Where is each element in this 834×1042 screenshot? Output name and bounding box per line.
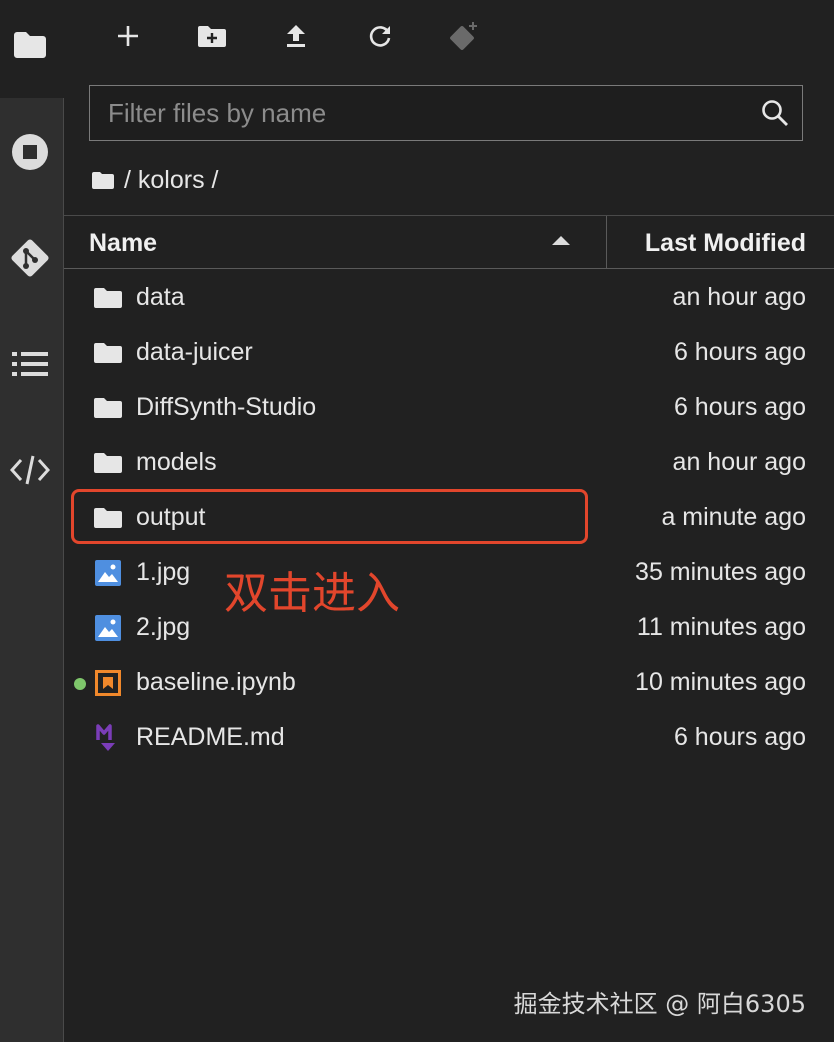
sort-ascending-icon[interactable] — [552, 236, 570, 245]
folder-icon — [93, 394, 123, 422]
folder-icon — [93, 339, 123, 367]
new-launcher-icon[interactable] — [106, 14, 150, 58]
home-folder-icon[interactable] — [92, 171, 114, 189]
file-name: README.md — [136, 723, 285, 751]
watermark: 掘金技术社区 @ 阿白6305 — [513, 990, 806, 1018]
file-modified: a minute ago — [661, 503, 806, 531]
folder-icon — [93, 284, 123, 312]
image-file-icon — [93, 614, 123, 642]
git-clone-icon[interactable] — [442, 14, 486, 58]
column-header-last-modified[interactable]: Last Modified — [645, 229, 806, 258]
file-modified: 6 hours ago — [673, 723, 806, 751]
new-folder-icon[interactable] — [190, 14, 234, 58]
file-name: models — [136, 448, 217, 476]
breadcrumb-path[interactable]: / kolors / — [124, 166, 218, 195]
file-name: data-juicer — [136, 338, 253, 366]
markdown-icon — [93, 724, 123, 752]
file-modified: 10 minutes ago — [635, 668, 806, 696]
file-modified: an hour ago — [672, 448, 806, 476]
activity-bar — [0, 0, 64, 1042]
file-name: 1.jpg — [136, 558, 191, 586]
file-modified: 6 hours ago — [673, 338, 806, 366]
file-modified: an hour ago — [672, 283, 806, 311]
annotation-label: 双击进入 — [224, 568, 400, 619]
file-row-2-jpg[interactable]: 2.jpg 11 minutes ago — [64, 601, 834, 656]
file-list-header: Name Last Modified — [64, 215, 834, 269]
file-name: DiffSynth-Studio — [136, 393, 317, 421]
upload-icon[interactable] — [274, 14, 318, 58]
column-header-name[interactable]: Name — [89, 229, 157, 258]
column-divider[interactable] — [606, 216, 607, 269]
file-row-baseline-ipynb[interactable]: baseline.ipynb 10 minutes ago — [64, 656, 834, 711]
annotation-highlight-box — [71, 489, 588, 544]
folder-icon — [93, 449, 123, 477]
filter-input[interactable] — [90, 86, 750, 140]
file-modified: 35 minutes ago — [635, 558, 806, 586]
notebook-icon — [93, 669, 123, 697]
file-row-diffsynth-studio[interactable]: DiffSynth-Studio 6 hours ago — [64, 381, 834, 436]
code-icon[interactable] — [8, 448, 52, 492]
file-modified: 6 hours ago — [673, 393, 806, 421]
list-icon[interactable] — [8, 342, 52, 386]
file-modified: 11 minutes ago — [636, 613, 806, 641]
image-file-icon — [93, 559, 123, 587]
file-name: data — [136, 283, 185, 311]
folder-icon[interactable] — [8, 22, 52, 66]
search-icon[interactable] — [760, 98, 790, 128]
file-row-models[interactable]: models an hour ago — [64, 436, 834, 491]
filter-box — [89, 85, 803, 141]
kernel-running-indicator — [74, 678, 86, 690]
refresh-icon[interactable] — [358, 14, 402, 58]
file-name: baseline.ipynb — [136, 668, 296, 696]
breadcrumb: / kolors / — [92, 162, 218, 198]
stop-circle-icon[interactable] — [8, 130, 52, 174]
file-row-readme-md[interactable]: README.md 6 hours ago — [64, 711, 834, 766]
file-name: 2.jpg — [136, 613, 191, 641]
file-row-1-jpg[interactable]: 1.jpg 35 minutes ago — [64, 546, 834, 601]
file-row-data[interactable]: data an hour ago — [64, 271, 834, 326]
file-browser-toolbar — [64, 0, 834, 74]
git-icon[interactable] — [8, 236, 52, 280]
file-row-data-juicer[interactable]: data-juicer 6 hours ago — [64, 326, 834, 381]
